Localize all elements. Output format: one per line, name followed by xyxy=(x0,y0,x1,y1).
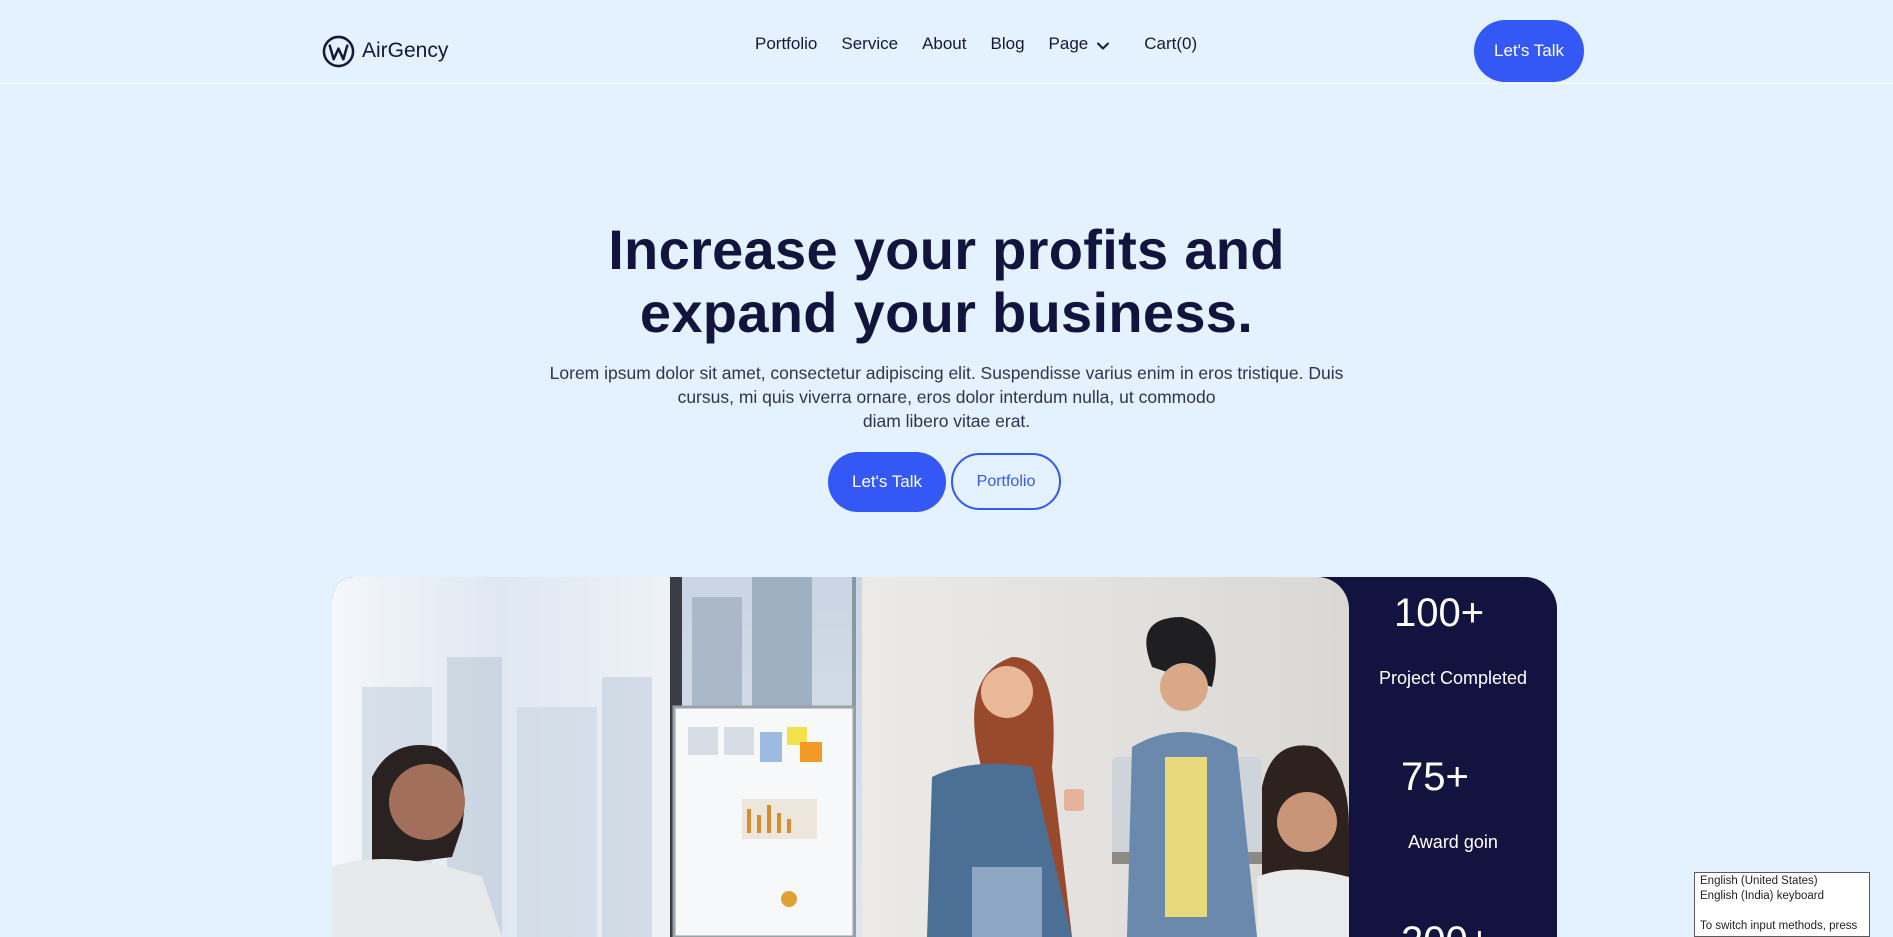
hero-subtitle-line-1: Lorem ipsum dolor sit amet, consectetur … xyxy=(549,363,1344,383)
hero-title-line-2: expand your business. xyxy=(639,281,1254,344)
site-header: AirGency Portfolio Service About Blog Pa… xyxy=(0,0,1893,84)
header-lets-talk-button[interactable]: Let's Talk xyxy=(1474,20,1584,82)
brand-name: AirGency xyxy=(362,39,449,62)
nav-cart-link[interactable]: Cart(0) xyxy=(1144,34,1197,54)
nav-item-portfolio[interactable]: Portfolio xyxy=(755,34,817,54)
main-nav: Portfolio Service About Blog Page Cart(0… xyxy=(755,34,1221,54)
ime-option-english-us[interactable]: English (United States) xyxy=(1700,874,1864,889)
hero-subtitle-line-2: cursus, mi quis viverra ornare, eros dol… xyxy=(677,387,1216,407)
nav-item-blog[interactable]: Blog xyxy=(991,34,1025,54)
input-method-popup[interactable]: English (United States) English (India) … xyxy=(1694,872,1870,937)
ime-hint-text: To switch input methods, press xyxy=(1700,920,1858,932)
hero-buttons: Let's Talk Portfolio xyxy=(828,452,1061,512)
nav-item-page-dropdown[interactable]: Page xyxy=(1049,34,1111,54)
stat-label-awards: Award goin xyxy=(1408,832,1498,852)
nav-item-service[interactable]: Service xyxy=(841,34,898,54)
hero-lets-talk-button[interactable]: Let's Talk xyxy=(828,452,946,512)
showcase-section: 100+ Project Completed 75+ Award goin 20… xyxy=(332,577,1557,937)
hero-portfolio-button[interactable]: Portfolio xyxy=(951,453,1061,510)
hero-title-line-1: Increase your profits and xyxy=(608,218,1285,281)
stat-label-projects: Project Completed xyxy=(1378,668,1528,688)
hero-subtitle: Lorem ipsum dolor sit amet, consectetur … xyxy=(0,361,1893,433)
nav-item-about[interactable]: About xyxy=(922,34,966,54)
stat-value-projects: 100+ xyxy=(1394,591,1485,635)
chevron-down-icon xyxy=(1097,42,1110,50)
logo-mark-icon xyxy=(322,35,355,67)
stat-value-third: 200+ xyxy=(1401,919,1491,937)
nav-page-label: Page xyxy=(1048,34,1089,53)
team-meeting-photo xyxy=(332,577,1349,937)
stat-value-awards: 75+ xyxy=(1401,755,1469,799)
hero-title: Increase your profits and expand your bu… xyxy=(0,218,1893,344)
stats-panel: 100+ Project Completed 75+ Award goin 20… xyxy=(1349,577,1557,937)
ime-option-english-india[interactable]: English (India) keyboard xyxy=(1700,889,1864,904)
brand-logo[interactable]: AirGency xyxy=(322,34,448,68)
hero-subtitle-line-3: diam libero vitae erat. xyxy=(862,411,1031,431)
